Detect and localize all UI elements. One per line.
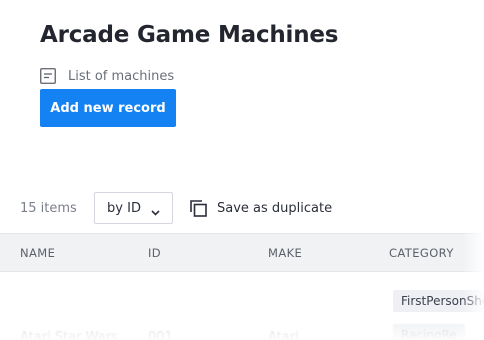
sort-select[interactable]: by ID [94, 192, 173, 224]
subtitle-row: List of machines [40, 68, 174, 84]
save-as-duplicate-label: Save as duplicate [217, 200, 333, 216]
chevron-down-icon [151, 205, 160, 216]
table-header: NAME ID MAKE CATEGORY [0, 233, 484, 272]
column-header-name[interactable]: NAME [20, 246, 55, 260]
add-new-record-button[interactable]: Add new record [40, 89, 176, 127]
row-id-cell: 001 [148, 330, 173, 340]
category-tag: FirstPersonShooter [393, 290, 484, 312]
column-header-category[interactable]: CATEGORY [389, 246, 454, 260]
page-title: Arcade Game Machines [40, 22, 339, 48]
table-row[interactable]: FirstPersonShooter RacingRe Atari Star W… [0, 272, 484, 340]
toolbar: 15 items by ID Save as duplicate [20, 191, 332, 225]
column-header-id[interactable]: ID [148, 246, 161, 260]
save-as-duplicate-button[interactable]: Save as duplicate [190, 199, 333, 217]
items-count: 15 items [20, 200, 77, 216]
row-make-cell: Atari [268, 330, 299, 340]
copy-icon [190, 199, 207, 217]
list-icon [40, 68, 56, 84]
sort-select-value: by ID [107, 200, 141, 216]
category-tag: RacingRe [393, 324, 465, 340]
column-header-make[interactable]: MAKE [268, 246, 302, 260]
row-name-cell: Atari Star Wars [20, 330, 118, 340]
subtitle-text: List of machines [68, 68, 175, 84]
